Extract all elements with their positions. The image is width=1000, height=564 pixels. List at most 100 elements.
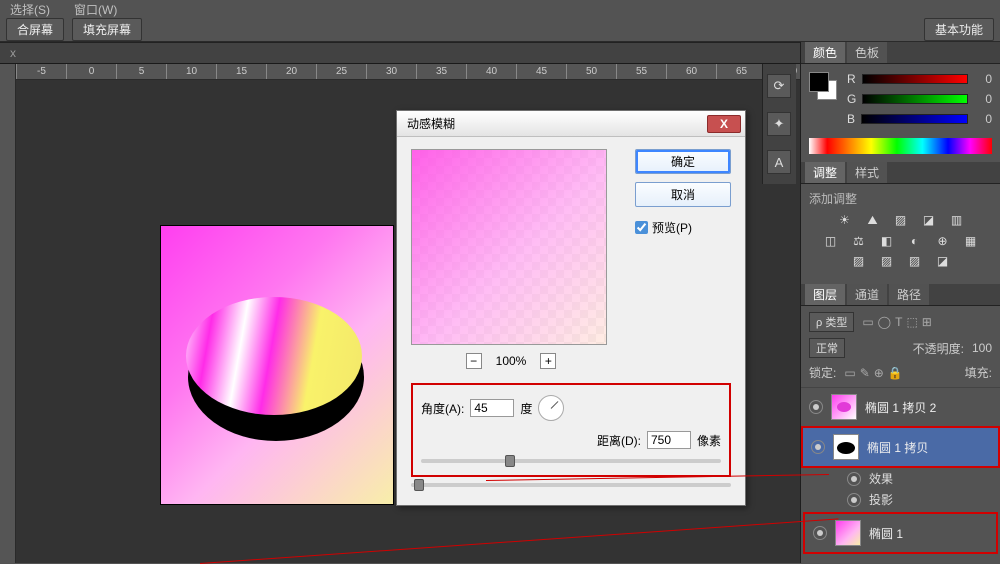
tab-channels[interactable]: 通道: [847, 284, 887, 305]
curves-icon[interactable]: ▨: [892, 213, 910, 228]
distance-slider[interactable]: [421, 459, 721, 463]
brightness-icon[interactable]: ☀: [836, 213, 854, 228]
layer-row[interactable]: 椭圆 1 拷贝 2: [801, 387, 1000, 426]
ruler-tick: 65: [716, 64, 766, 80]
layer-thumb[interactable]: [831, 394, 857, 420]
lock-all-icon[interactable]: 🔒: [888, 366, 903, 380]
fill-label: 填充:: [965, 364, 992, 381]
zoom-in-button[interactable]: +: [540, 353, 556, 369]
posterize-icon[interactable]: ▨: [878, 254, 896, 268]
fit-screen-button[interactable]: 合屏幕: [6, 18, 64, 41]
workspace-switcher[interactable]: 基本功能: [924, 18, 994, 41]
dialog-titlebar[interactable]: 动感模糊 X: [397, 111, 745, 137]
artboard: [160, 225, 394, 505]
tab-color[interactable]: 颜色: [805, 42, 845, 63]
lock-trans-icon[interactable]: ▭: [844, 366, 855, 380]
filter-pixel-icon[interactable]: ▭: [862, 315, 873, 329]
colorbalance-icon[interactable]: ⚖: [850, 234, 868, 248]
layer-list: 椭圆 1 拷贝 2 椭圆 1 拷贝 效果 投影 椭圆 1: [801, 387, 1000, 563]
close-tab-icon[interactable]: x: [10, 46, 16, 60]
distance-input[interactable]: [647, 431, 691, 449]
threshold-icon[interactable]: ▨: [906, 254, 924, 268]
hue-icon[interactable]: ◫: [822, 234, 840, 248]
fill-screen-button[interactable]: 填充屏幕: [72, 18, 142, 41]
character-icon[interactable]: A: [767, 150, 791, 174]
g-slider[interactable]: [862, 94, 968, 104]
blend-mode-select[interactable]: 正常: [809, 338, 845, 358]
colorlookup-icon[interactable]: ▦: [962, 234, 980, 248]
levels-icon[interactable]: ⛰: [864, 213, 882, 228]
r-slider[interactable]: [862, 74, 968, 84]
history-icon[interactable]: ⟳: [767, 74, 791, 98]
lock-pos-icon[interactable]: ⊕: [874, 366, 884, 380]
fx-label: 效果: [869, 470, 893, 487]
fgbg-swatches[interactable]: [809, 72, 837, 100]
visibility-icon[interactable]: [811, 440, 825, 454]
vibrance-icon[interactable]: ▥: [948, 213, 966, 228]
ok-button[interactable]: 确定: [635, 149, 731, 174]
layer-row[interactable]: 椭圆 1 拷贝: [801, 426, 1000, 468]
fg-color-swatch[interactable]: [809, 72, 829, 92]
menu-item[interactable]: 选择(S): [10, 1, 50, 18]
adjust-panel-tabs: 调整 样式: [801, 162, 1000, 184]
invert-icon[interactable]: ▨: [850, 254, 868, 268]
ruler-tick: 10: [166, 64, 216, 80]
tab-adjustments[interactable]: 调整: [805, 162, 845, 183]
zoom-out-button[interactable]: −: [466, 353, 482, 369]
filter-type-icon[interactable]: T: [895, 315, 902, 329]
properties-icon[interactable]: ✦: [767, 112, 791, 136]
layer-fx-item[interactable]: 投影: [801, 489, 1000, 510]
preview-checkbox-input[interactable]: [635, 221, 648, 234]
tab-paths[interactable]: 路径: [889, 284, 929, 305]
filter-shape-icon[interactable]: ⬚: [906, 315, 917, 329]
visibility-icon[interactable]: [813, 526, 827, 540]
tab-styles[interactable]: 样式: [847, 162, 887, 183]
lock-paint-icon[interactable]: ✎: [860, 366, 870, 380]
layer-name[interactable]: 椭圆 1 拷贝: [867, 439, 928, 456]
filter-smart-icon[interactable]: ⊞: [922, 315, 932, 329]
preview-checkbox-label: 预览(P): [652, 219, 692, 236]
tab-swatches[interactable]: 色板: [847, 42, 887, 63]
exposure-icon[interactable]: ◪: [920, 213, 938, 228]
ruler-tick: 55: [616, 64, 666, 80]
preview-thumbnail[interactable]: [411, 149, 607, 345]
lock-label: 锁定:: [809, 364, 836, 381]
angle-slider[interactable]: [411, 483, 731, 487]
add-adjustment-label: 添加调整: [809, 190, 992, 207]
visibility-icon[interactable]: [847, 472, 861, 486]
visibility-icon[interactable]: [847, 493, 861, 507]
visibility-icon[interactable]: [809, 400, 823, 414]
params-group: 角度(A): 度 距离(D): 像素: [411, 383, 731, 477]
distance-unit: 像素: [697, 432, 721, 449]
layer-thumb[interactable]: [833, 434, 859, 460]
bw-icon[interactable]: ◧: [878, 234, 896, 248]
angle-dial[interactable]: [538, 395, 564, 421]
adjust-icon-row: ◫ ⚖ ◧ ◐ ⊕ ▦: [809, 234, 992, 248]
gradientmap-icon[interactable]: ◪: [934, 254, 952, 268]
opacity-value[interactable]: 100: [972, 341, 992, 355]
document-tab[interactable]: x: [0, 44, 26, 62]
menu-item[interactable]: 窗口(W): [74, 1, 117, 18]
layer-name[interactable]: 椭圆 1: [869, 525, 903, 542]
ruler-tick: 40: [466, 64, 516, 80]
distance-label: 距离(D):: [597, 432, 641, 449]
b-slider[interactable]: [861, 114, 968, 124]
cancel-button[interactable]: 取消: [635, 182, 731, 207]
dialog-close-button[interactable]: X: [707, 115, 741, 133]
spectrum-ramp[interactable]: [809, 138, 992, 154]
filter-adjust-icon[interactable]: ◯: [878, 315, 891, 329]
layer-name[interactable]: 椭圆 1 拷贝 2: [865, 399, 936, 416]
layers-panel-tabs: 图层 通道 路径: [801, 284, 1000, 306]
ruler-tick: 20: [266, 64, 316, 80]
color-panel-tabs: 颜色 色板: [801, 42, 1000, 64]
layer-thumb[interactable]: [835, 520, 861, 546]
channelmixer-icon[interactable]: ⊕: [934, 234, 952, 248]
ruler-tick: 30: [366, 64, 416, 80]
photofilter-icon[interactable]: ◐: [906, 234, 924, 248]
layer-fx-row[interactable]: 效果: [801, 468, 1000, 489]
layer-filter-type[interactable]: ρ 类型: [809, 312, 854, 332]
preview-checkbox[interactable]: 预览(P): [635, 219, 731, 236]
angle-input[interactable]: [470, 399, 514, 417]
tab-layers[interactable]: 图层: [805, 284, 845, 305]
ruler-tick: 50: [566, 64, 616, 80]
